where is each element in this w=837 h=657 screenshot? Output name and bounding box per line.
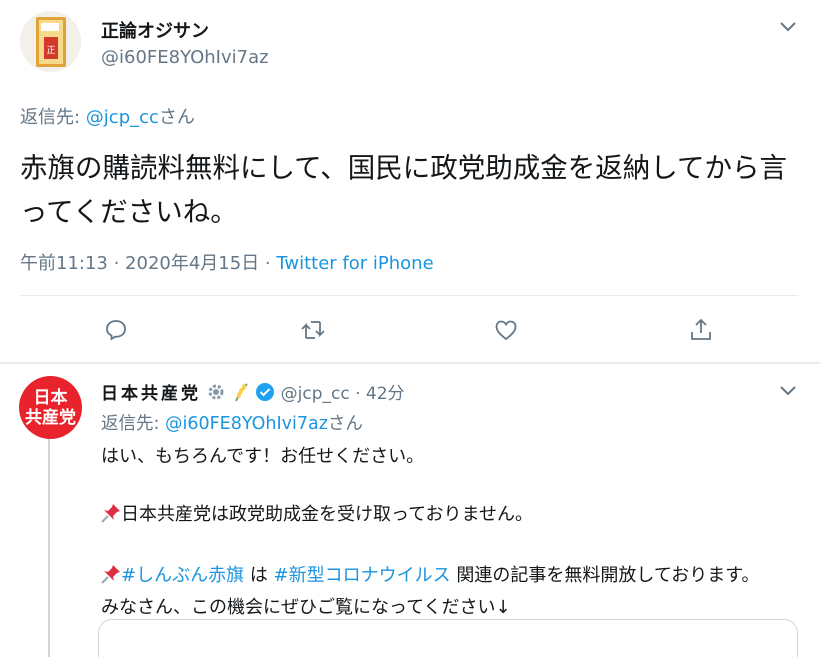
reply-to-line: 返信先: @jcp_ccさん (20, 103, 195, 129)
source-link[interactable]: Twitter for iPhone (276, 253, 433, 274)
reply-to-link[interactable]: @i60FE8YOhIvi7az (165, 414, 328, 434)
chevron-down-icon[interactable] (780, 382, 796, 400)
reply-suffix: さん (327, 414, 363, 434)
hashtag-link[interactable]: #しんぶん赤旗 (121, 565, 244, 586)
share-icon[interactable] (683, 312, 719, 348)
avatar[interactable]: 日本 共産党 (19, 376, 82, 439)
divider (20, 295, 798, 296)
reply-to-line: 返信先: @i60FE8YOhIvi7azさん (101, 410, 363, 435)
text-line: #しんぶん赤旗 は #新型コロナウイルス 関連の記事を無料開放しております。 (101, 561, 801, 593)
reply-prefix: 返信先: (20, 107, 86, 128)
author-name[interactable]: 日本共産党 (101, 384, 201, 404)
hashtag-link[interactable]: #新型コロナウイルス (274, 565, 451, 586)
focused-tweet: 正 正論オジサン @i60FE8YOhIvi7az 返信先: @jcp_ccさん… (0, 0, 820, 364)
timestamp[interactable]: 42分 (366, 384, 405, 404)
svg-text:正: 正 (46, 46, 55, 56)
thread-line (48, 439, 50, 657)
pushpin-icon (101, 503, 121, 532)
text-line: 日本共産党は政党助成金を受け取っておりません。 (101, 500, 801, 532)
like-icon[interactable] (488, 312, 524, 348)
action-bar (0, 312, 820, 348)
text-segment: 関連の記事を無料開放しております。 (450, 565, 760, 586)
gear-icon (206, 382, 226, 407)
text-segment: 日本共産党は政党助成金を受け取っておりません。 (121, 504, 534, 525)
tweet-meta: 午前11:13 · 2020年4月15日 · Twitter for iPhon… (20, 249, 434, 275)
timestamp[interactable]: 午前11:13 · 2020年4月15日 · (20, 253, 276, 274)
reply-icon[interactable] (98, 312, 134, 348)
tweet-text: 赤旗の購読料無料にして、国民に政党助成金を返納してから言ってくださいね。 (20, 152, 787, 228)
text-segment: は (244, 565, 274, 586)
rice-plant-icon (232, 382, 250, 407)
separator-dot: · (355, 384, 361, 404)
author-handle[interactable]: @i60FE8YOhIvi7az (101, 47, 269, 68)
avatar-image: 正 (20, 11, 81, 72)
author-row: 日本共産党 @jcp_cc · 42分 (101, 379, 405, 407)
text-line: はい、もちろんです！お任せください。 (101, 446, 425, 467)
author-name[interactable]: 正論オジサン (101, 17, 209, 43)
reply-to-link[interactable]: @jcp_cc (86, 107, 159, 128)
reply-suffix: さん (158, 107, 195, 128)
author-handle[interactable]: @jcp_cc (281, 384, 350, 404)
avatar[interactable]: 正 (20, 11, 81, 72)
tweet-text: はい、もちろんです！お任せください。 日本共産党は政党助成金を受け取っておりませ… (101, 442, 801, 622)
link-card[interactable] (98, 619, 798, 657)
avatar-text-line1: 日本 (33, 387, 68, 408)
chevron-down-icon[interactable] (780, 18, 796, 36)
avatar-text-line2: 共産党 (25, 407, 76, 428)
pushpin-icon (101, 564, 121, 593)
reply-prefix: 返信先: (101, 414, 165, 434)
retweet-icon[interactable] (295, 312, 331, 348)
verified-badge-icon (255, 382, 275, 407)
text-line: みなさん、この機会にぜひご覧になってください↓ (101, 597, 511, 618)
reply-tweet[interactable]: 日本 共産党 日本共産党 @jcp_cc · 42分 返信先: @i60FE8Y… (0, 364, 820, 657)
